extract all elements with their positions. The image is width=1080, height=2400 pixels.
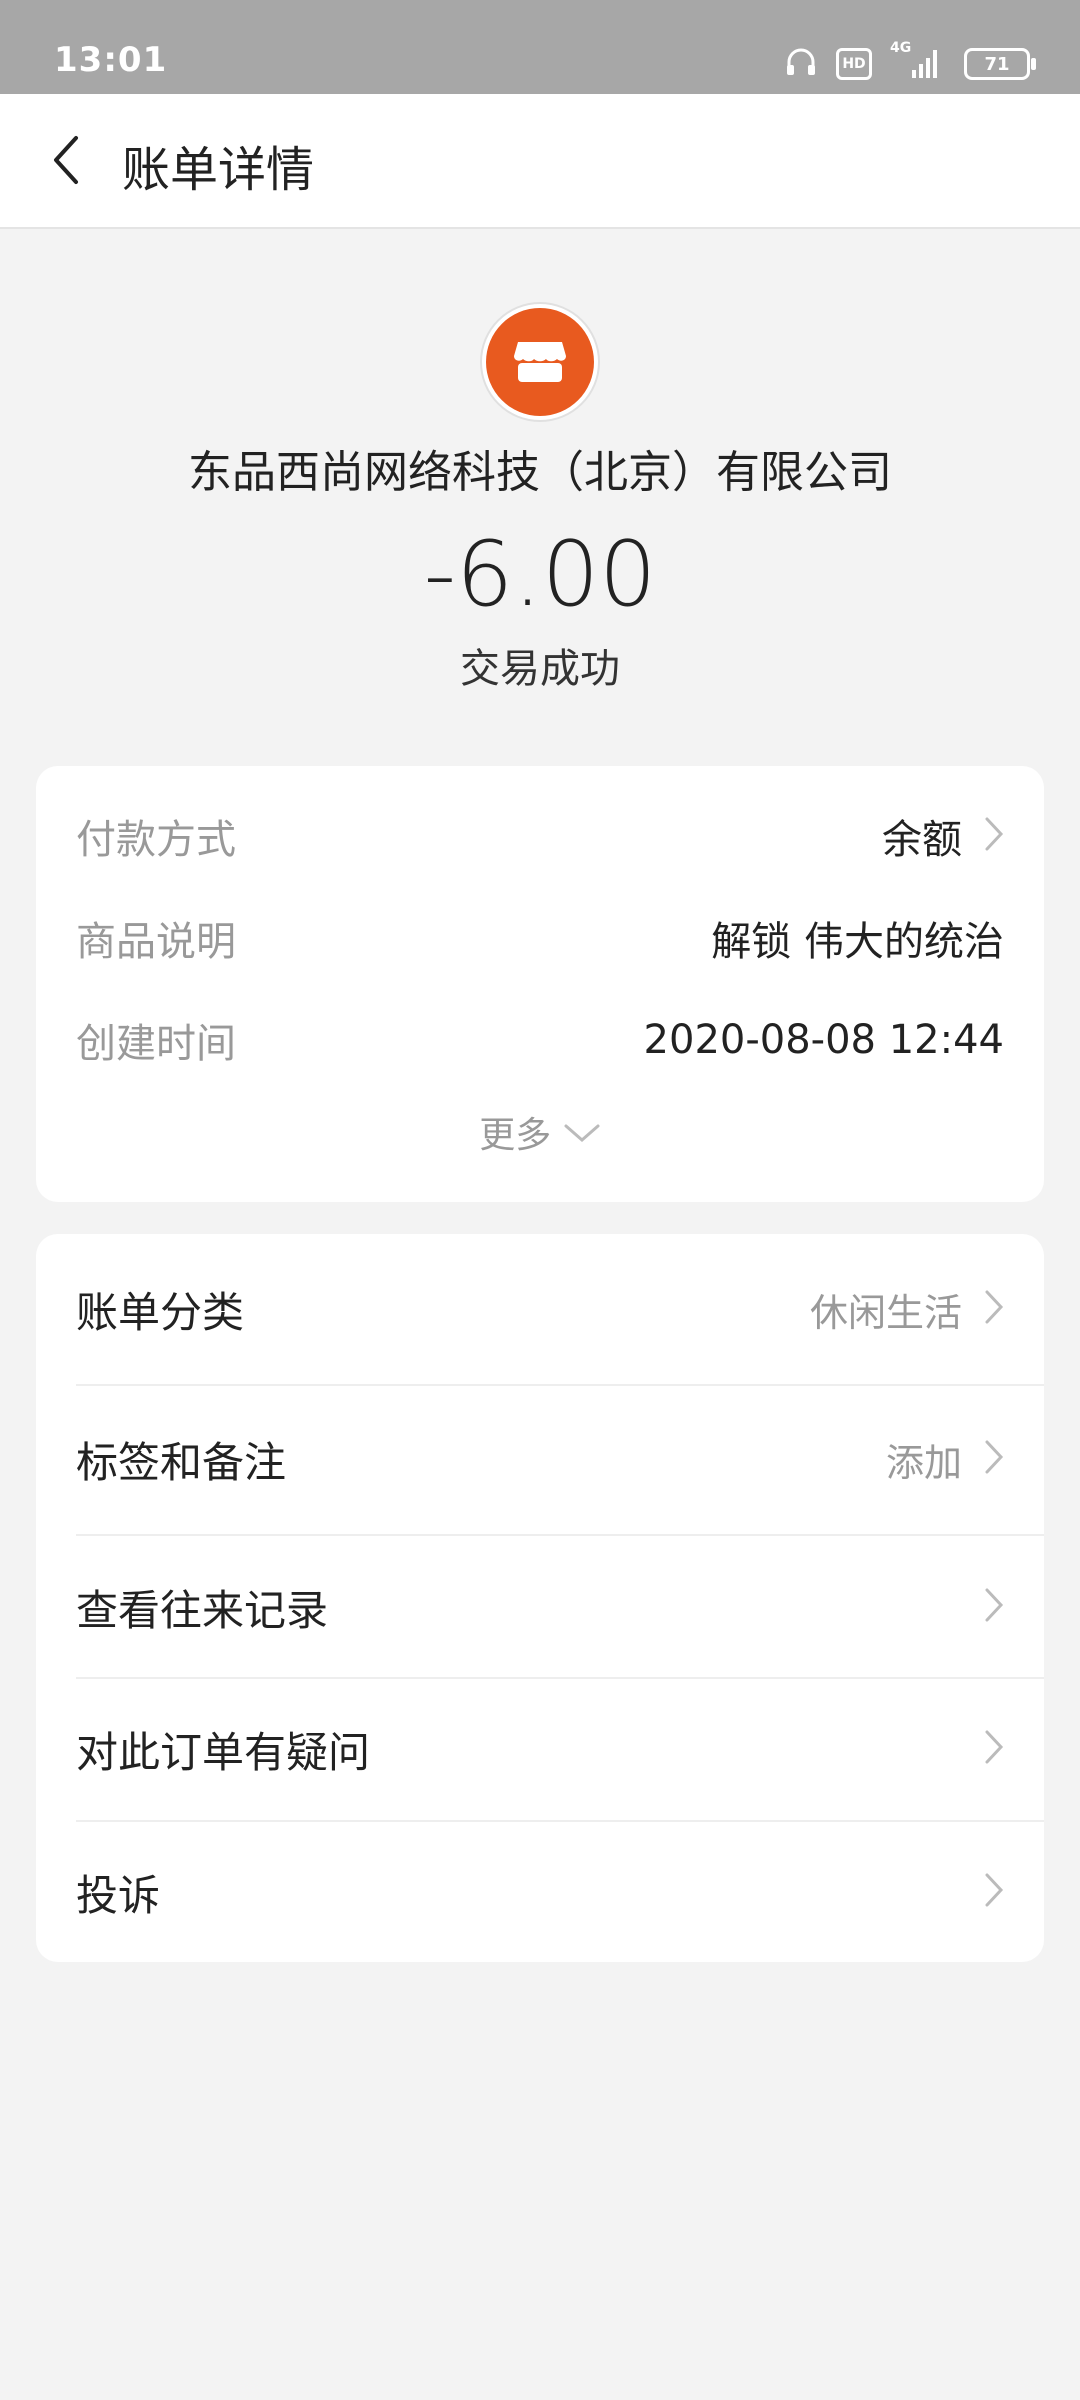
- chevron-right-icon: [984, 1289, 1004, 1329]
- action-label: 标签和备注: [76, 1437, 287, 1487]
- detail-key: 创建时间: [76, 1021, 236, 1067]
- merchant-avatar: [482, 304, 598, 420]
- more-label: 更多: [479, 1115, 552, 1156]
- store-icon: [514, 342, 566, 382]
- signal-icon: 4G: [890, 40, 946, 82]
- chevron-right-icon: [984, 1729, 1004, 1769]
- transaction-amount: -6.00: [423, 522, 657, 627]
- detail-value: 解锁 伟大的统治: [711, 919, 1004, 965]
- action-label: 账单分类: [76, 1287, 245, 1337]
- detail-key: 付款方式: [76, 817, 236, 863]
- created-time-row: 创建时间 2020-08-08 12:44: [76, 1010, 1004, 1070]
- divider: [76, 1677, 1044, 1679]
- battery-level: 71: [984, 53, 1010, 75]
- back-arrow-icon: [54, 136, 78, 184]
- headphones-icon: [784, 45, 818, 83]
- complaint-row[interactable]: 投诉: [76, 1857, 1004, 1927]
- status-icons: HD 4G 71: [784, 40, 1036, 84]
- status-bar: 13:01 HD 4G 71: [0, 0, 1080, 94]
- action-value: 添加: [885, 1440, 962, 1485]
- transaction-status: 交易成功: [460, 646, 620, 692]
- merchant-name: 东品西尚网络科技（北京）有限公司: [188, 447, 892, 498]
- chevron-right-icon: [984, 816, 1004, 856]
- chevron-right-icon: [984, 1439, 1004, 1479]
- divider: [76, 1820, 1044, 1822]
- action-label: 对此订单有疑问: [76, 1727, 371, 1777]
- detail-value: 余额: [882, 817, 962, 863]
- chevron-down-icon: [563, 1112, 601, 1153]
- status-time: 13:01: [54, 40, 168, 80]
- tags-notes-row[interactable]: 标签和备注 添加: [76, 1424, 1004, 1494]
- chevron-right-icon: [984, 1587, 1004, 1627]
- divider: [76, 1384, 1044, 1386]
- battery-icon: 71: [964, 48, 1036, 80]
- action-label: 查看往来记录: [76, 1585, 329, 1635]
- order-question-row[interactable]: 对此订单有疑问: [76, 1714, 1004, 1784]
- action-label: 投诉: [76, 1870, 161, 1920]
- bill-category-row[interactable]: 账单分类 休闲生活: [76, 1274, 1004, 1344]
- back-button[interactable]: [36, 130, 96, 190]
- view-history-row[interactable]: 查看往来记录: [76, 1572, 1004, 1642]
- chevron-right-icon: [984, 1872, 1004, 1912]
- hd-icon: HD: [836, 48, 872, 80]
- more-button[interactable]: 更多: [36, 1106, 1044, 1158]
- payment-method-row[interactable]: 付款方式 余额: [76, 806, 1004, 866]
- header: 账单详情: [0, 94, 1080, 229]
- page-title: 账单详情: [122, 142, 315, 198]
- detail-key: 商品说明: [76, 919, 236, 965]
- detail-value: 2020-08-08 12:44: [643, 1017, 1004, 1063]
- details-card: 付款方式 余额 商品说明 解锁 伟大的统治 创建时间 2020-08-08 12…: [36, 766, 1044, 1202]
- action-value: 休闲生活: [809, 1290, 962, 1335]
- actions-card: 账单分类 休闲生活 标签和备注 添加 查看往来记录 对此订单有疑问 投诉: [36, 1234, 1044, 1962]
- product-description-row: 商品说明 解锁 伟大的统治: [76, 908, 1004, 968]
- divider: [76, 1534, 1044, 1536]
